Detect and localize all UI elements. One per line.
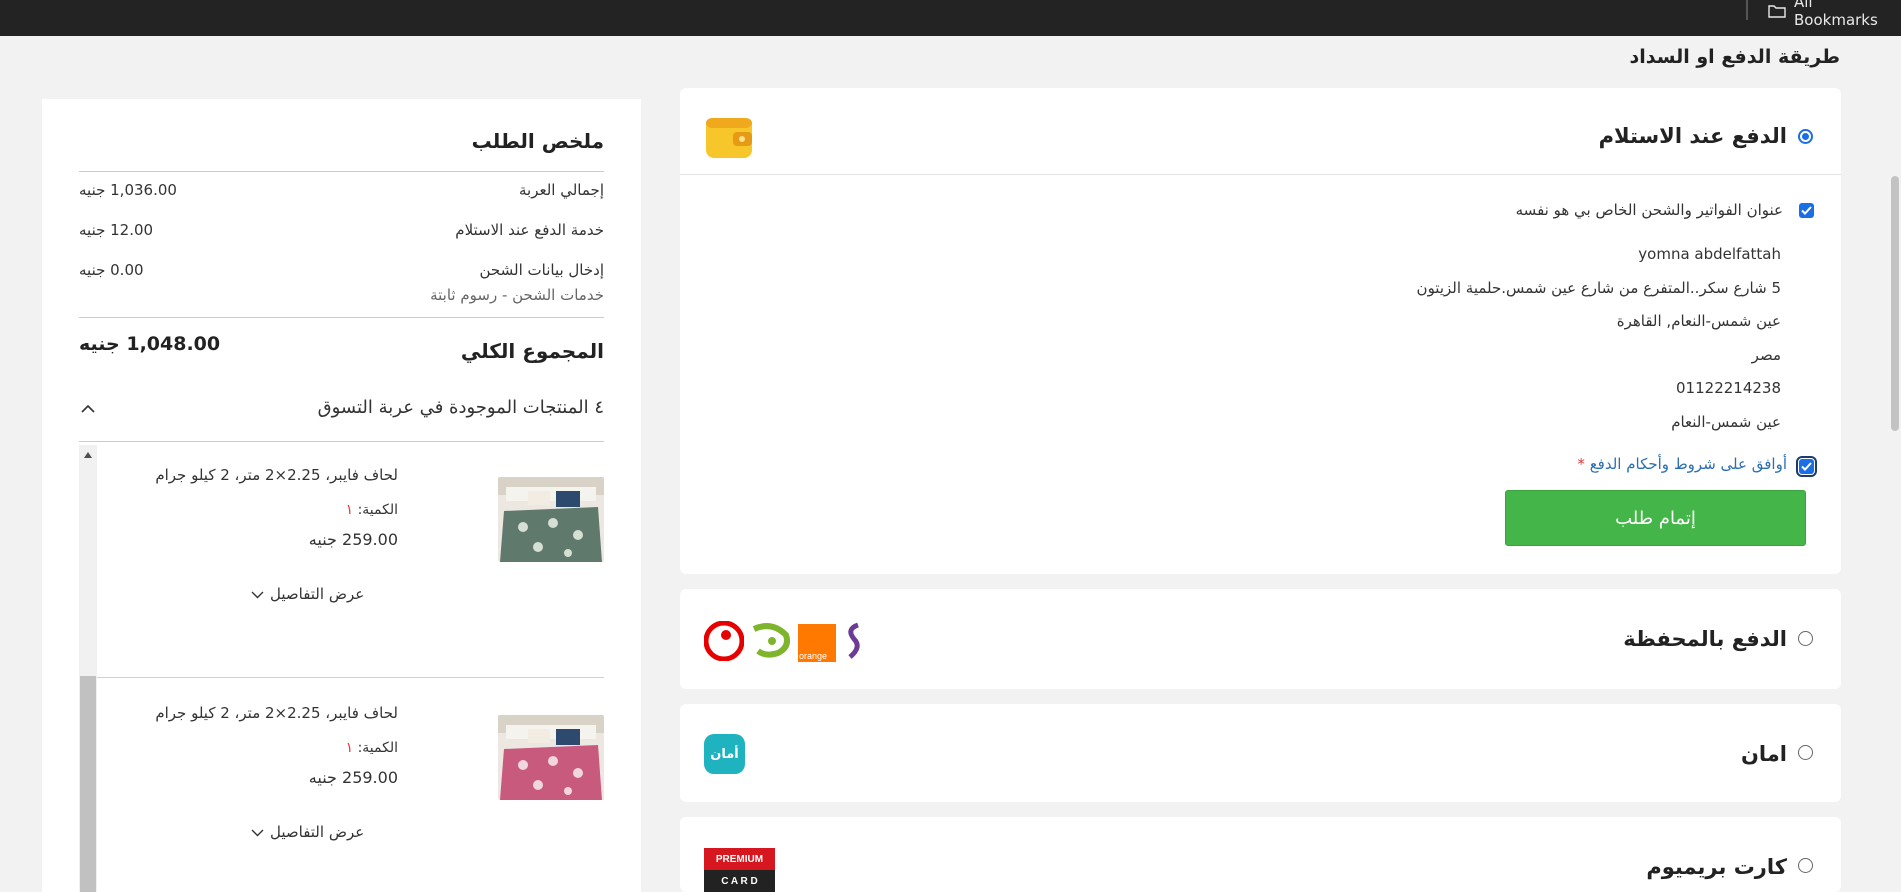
item-name: لحاف فايبر، 2.25×2 متر، 2 كيلو جرام [155,466,398,484]
terms-checkbox[interactable] [1796,456,1817,477]
same-address-checkbox[interactable] [1799,203,1814,218]
chevron-down-icon [251,823,264,841]
cod-title: الدفع عند الاستلام [1598,124,1787,148]
vodafone-icon [703,620,745,665]
wallet-radio[interactable] [1798,631,1813,646]
page-scrollbar-thumb[interactable] [1891,176,1899,431]
folder-icon [1768,4,1786,18]
item-quantity: الكمية: ١ [346,740,398,756]
order-summary: ملخص الطلب إجمالي العربة 1,036.00 جنيه خ… [42,99,641,892]
wallet-title: الدفع بالمحفظة [1623,627,1787,651]
address-street: 5 شارع سكر..المتفرع من شارع عين شمس.حلمي… [1416,279,1781,297]
orange-logo-text: orange [799,651,828,661]
aman-title: امان [1740,742,1787,766]
cod-divider [680,174,1841,175]
all-bookmarks-label: All Bookmarks [1794,0,1878,29]
chevron-up-icon[interactable] [80,399,96,418]
cod-radio[interactable] [1798,129,1813,144]
premium-card-logo: PREMIUM C A R D [704,848,775,892]
items-scrollbar[interactable] [79,445,97,892]
view-details-button[interactable]: عرض التفاصيل [251,585,364,603]
item-quantity-label: الكمية: [357,740,398,756]
address-country: مصر [1751,346,1781,364]
we-icon [842,621,864,665]
view-details-label: عرض التفاصيل [270,585,365,603]
bookmarks-separator [1746,0,1748,20]
place-order-button[interactable]: إتمام طلب [1505,490,1806,546]
cod-fee-value: 12.00 جنيه [79,221,154,239]
item-price: 259.00 جنيه [308,530,398,549]
cod-fee-label: خدمة الدفع عند الاستلام [455,221,604,239]
payment-method-cod: الدفع عند الاستلام عنوان الفواتير والشحن… [680,88,1841,574]
address-name: yomna abdelfattah [1638,245,1781,263]
aman-logo-icon: أمان [704,734,745,774]
same-address-label[interactable]: عنوان الفواتير والشحن الخاص بي هو نفسه [1516,201,1783,219]
scroll-up-arrow-icon[interactable] [84,452,92,458]
view-details-label: عرض التفاصيل [270,823,365,841]
etisalat-icon [750,621,792,665]
item-name: لحاف فايبر، 2.25×2 متر، 2 كيلو جرام [155,704,398,722]
item-image[interactable] [498,477,604,562]
premium-logo-top: PREMIUM [704,848,775,870]
cart-subtotal-value: 1,036.00 جنيه [79,181,177,199]
item-quantity-label: الكمية: [357,502,398,518]
summary-divider [79,171,604,172]
cod-header[interactable]: الدفع عند الاستلام [680,88,1841,174]
required-mark: * [1577,455,1585,473]
summary-title: ملخص الطلب [471,129,604,153]
address-phone: 01122214238 [1676,379,1781,397]
orange-icon: orange [798,624,836,662]
cart-subtotal-label: إجمالي العربة [519,181,604,199]
all-bookmarks-button[interactable]: All Bookmarks [1768,0,1901,29]
shipping-label: إدخال بيانات الشحن [479,261,604,279]
page-title: طريقة الدفع او السداد [1629,46,1840,68]
wallet-provider-logos: orange [703,620,864,665]
item-divider [97,677,604,678]
view-details-button[interactable]: عرض التفاصيل [251,823,364,841]
payment-method-premium[interactable]: كارت بريميوم PREMIUM C A R D [680,817,1841,892]
cart-items-toggle[interactable]: ٤ المنتجات الموجودة في عربة التسوق [318,397,604,418]
aman-radio[interactable] [1798,745,1813,760]
address-city: عين شمس-النعام, القاهرة [1616,312,1781,330]
cart-item: لحاف فايبر، 2.25×2 متر، 2 كيلو جرام الكم… [97,441,604,678]
payment-method-aman[interactable]: امان أمان [680,704,1841,802]
wallet-icon [705,116,753,164]
item-quantity-value: ١ [345,502,354,518]
cart-item: لحاف فايبر، 2.25×2 متر، 2 كيلو جرام الكم… [97,679,604,892]
chevron-down-icon [251,585,264,603]
shipping-method: خدمات الشحن - رسوم ثابتة [430,286,604,304]
summary-divider [79,317,604,318]
premium-logo-bottom: C A R D [704,870,775,892]
order-total-value: 1,048.00 جنيه [79,333,221,355]
browser-bookmarks-bar: All Bookmarks [0,0,1901,36]
cart-items-list[interactable]: لحاف فايبر، 2.25×2 متر، 2 كيلو جرام الكم… [79,441,604,892]
terms-text[interactable]: أوافق على شروط وأحكام الدفع [1590,455,1787,473]
shipping-value: 0.00 جنيه [79,261,144,279]
aman-logo-text: أمان [710,746,739,762]
item-price: 259.00 جنيه [308,768,398,787]
premium-title: كارت بريميوم [1646,855,1787,879]
address-area: عين شمس-النعام [1671,413,1781,431]
premium-radio[interactable] [1798,858,1813,873]
item-quantity: الكمية: ١ [346,502,398,518]
terms-label[interactable]: أوافق على شروط وأحكام الدفع * [1577,455,1787,473]
item-quantity-value: ١ [345,740,354,756]
page-scrollbar[interactable] [1889,36,1901,892]
order-total-label: المجموع الكلي [460,339,604,363]
payment-method-wallet[interactable]: الدفع بالمحفظة orange [680,589,1841,689]
items-scrollbar-thumb[interactable] [80,676,96,892]
item-image[interactable] [498,715,604,800]
